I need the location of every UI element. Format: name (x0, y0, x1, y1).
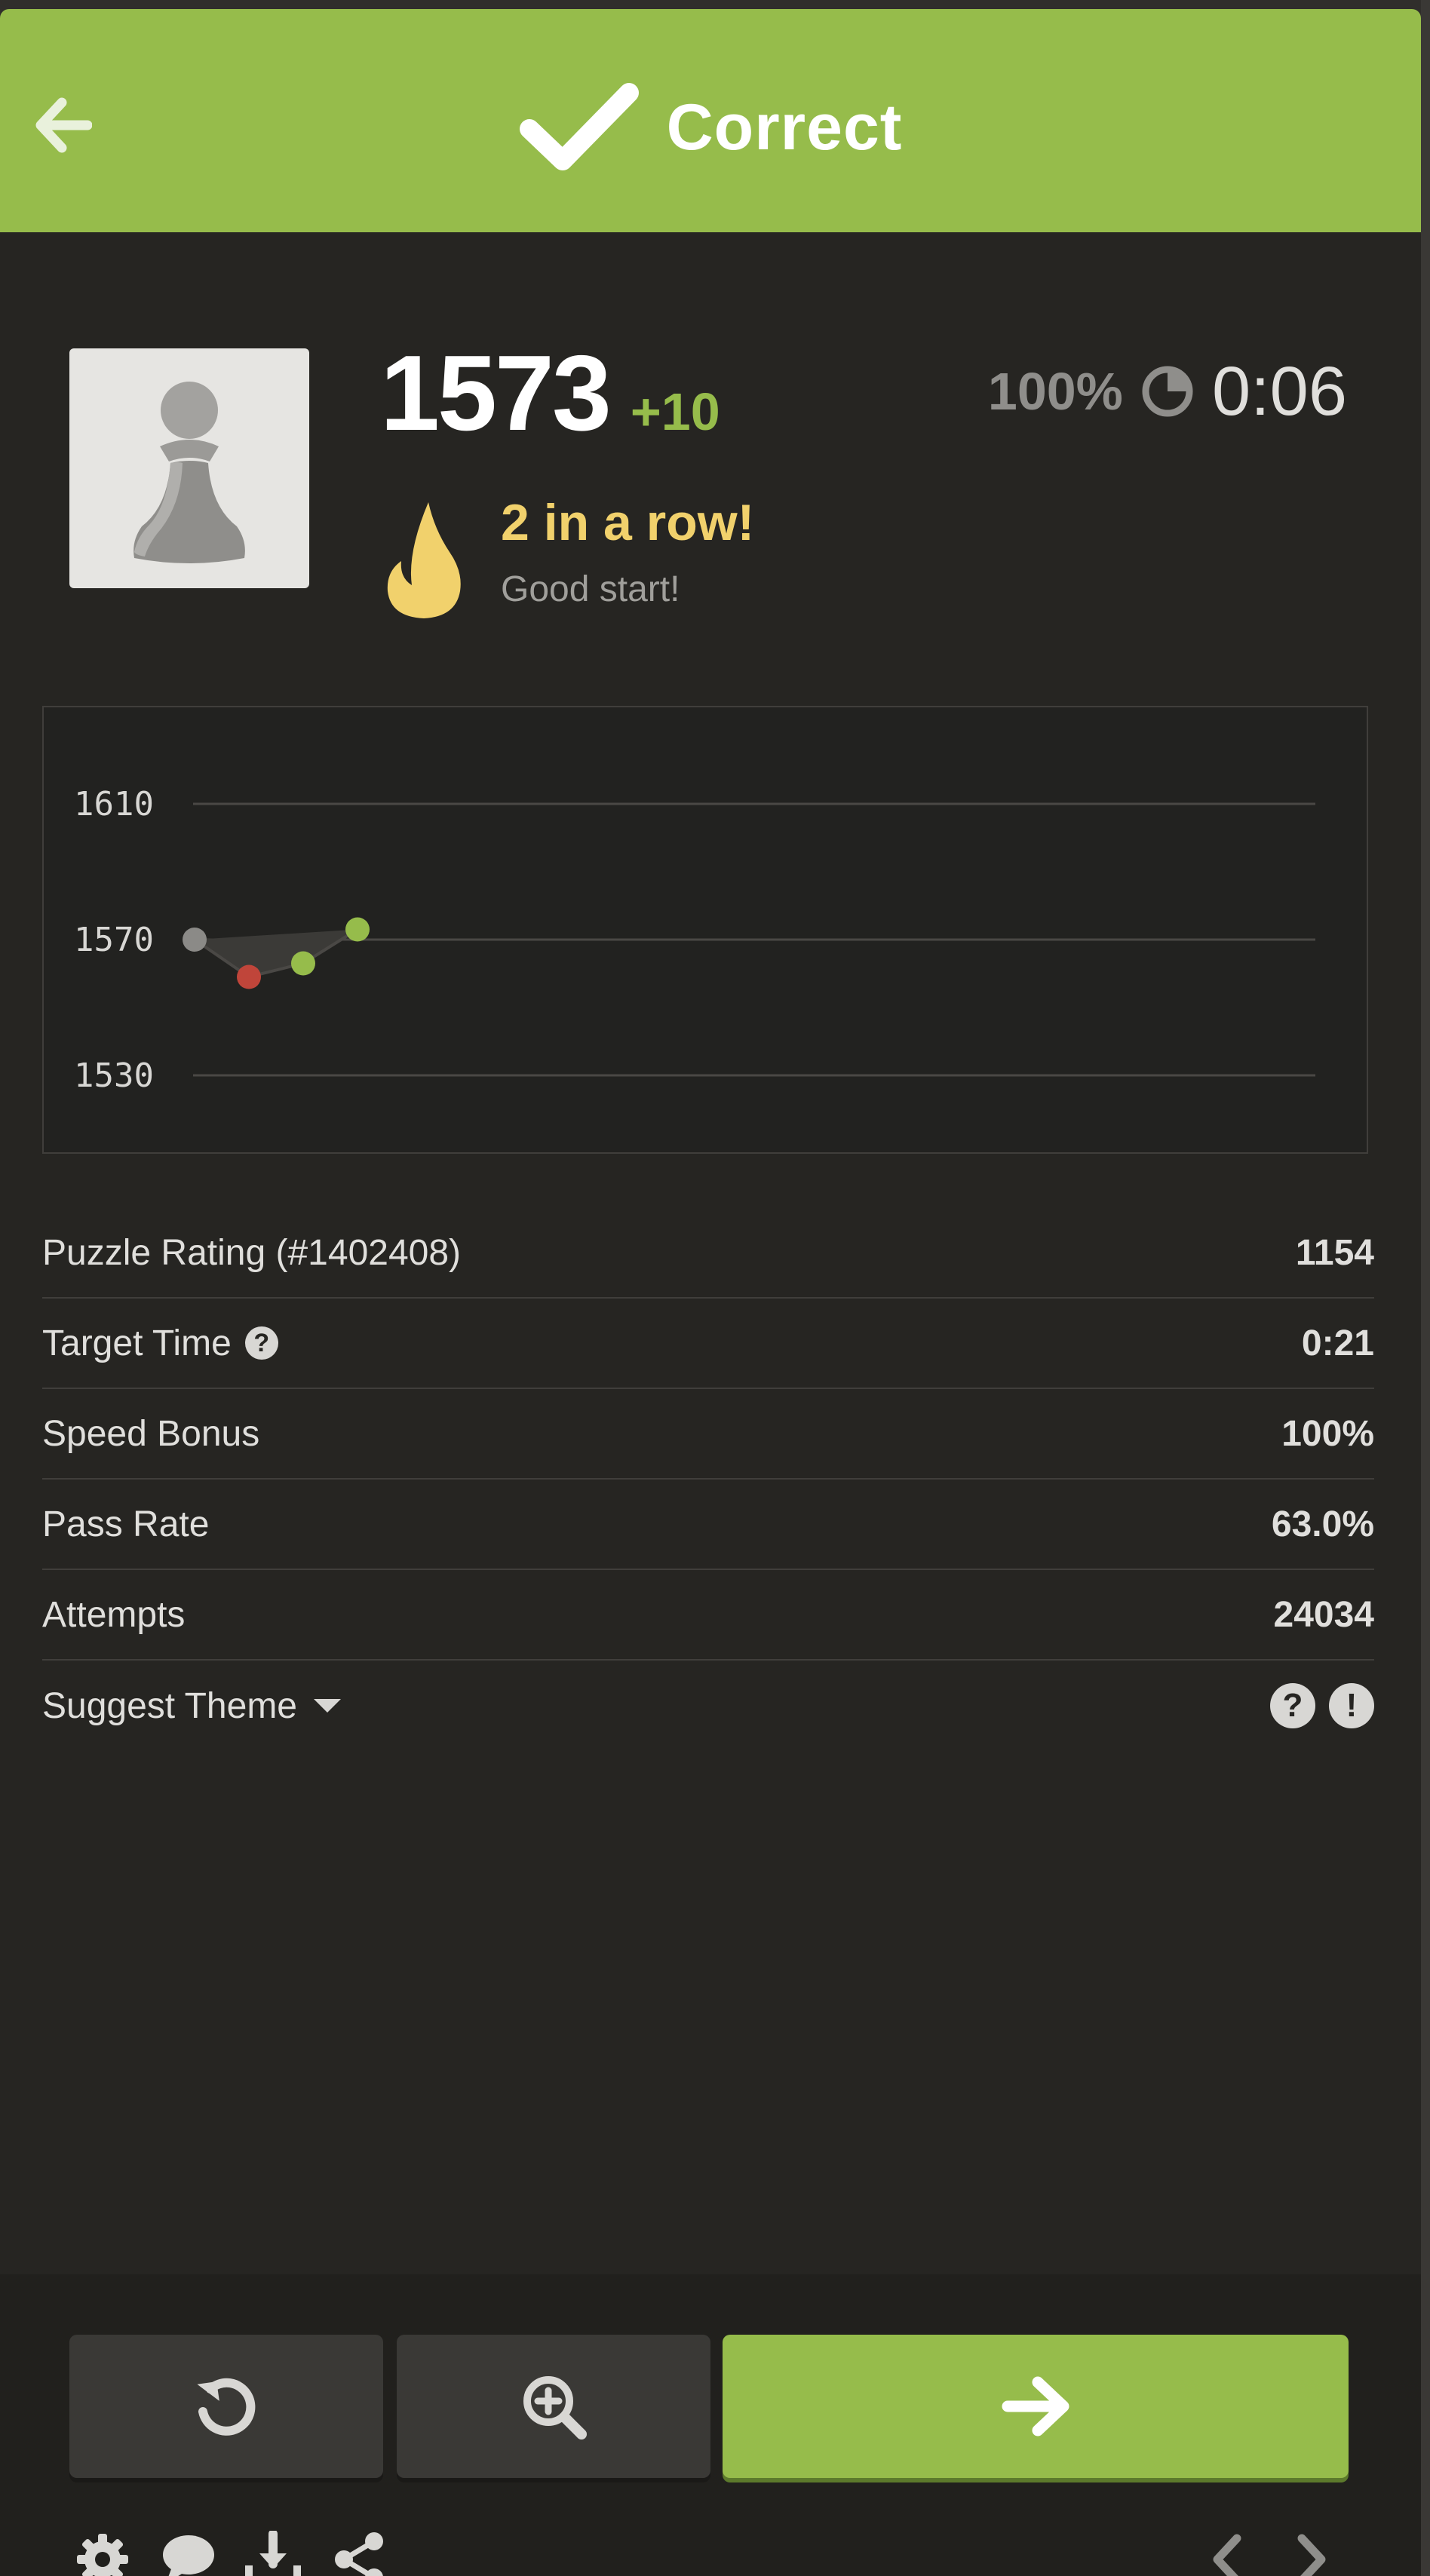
speed-bonus-value: 100% (1281, 1413, 1374, 1454)
suggest-theme-label: Suggest Theme (42, 1685, 297, 1726)
stat-row-attempts: Attempts 24034 (42, 1570, 1374, 1661)
chevron-right-icon[interactable] (1282, 2531, 1339, 2576)
target-time-label-group: Target Time ? (42, 1323, 278, 1364)
chart-point[interactable] (345, 917, 370, 942)
stat-row-suggest-theme: Suggest Theme ? ! (42, 1661, 1374, 1751)
flame-icon (387, 502, 461, 618)
puzzle-rating-value: 1154 (1295, 1232, 1374, 1273)
bottom-action-bar (0, 2274, 1421, 2576)
chart-point[interactable] (291, 951, 315, 976)
stat-row-speed-bonus: Speed Bonus 100% (42, 1389, 1374, 1480)
header-title: Correct (666, 90, 903, 164)
analyze-button[interactable] (397, 2335, 710, 2478)
app-root: Correct 1573 +10 100% 0:06 2 in a row! G… (0, 0, 1430, 2576)
rating-change: +10 (630, 382, 720, 441)
question-circle-icon[interactable]: ? (1270, 1683, 1315, 1728)
pawn-icon (69, 348, 309, 588)
download-icon[interactable] (244, 2529, 302, 2576)
caret-down-icon (314, 1699, 341, 1713)
y-tick-label: 1570 (74, 921, 154, 959)
speed-time-block: 100% 0:06 (988, 350, 1347, 433)
speed-bonus-percent: 100% (987, 362, 1123, 421)
chart-point[interactable] (183, 928, 207, 952)
target-time-label: Target Time (42, 1323, 232, 1363)
suggest-theme-dropdown[interactable]: Suggest Theme (42, 1685, 341, 1727)
checkmark-icon (519, 83, 639, 170)
magnify-plus-icon (523, 2376, 587, 2440)
report-exclamation-icon[interactable]: ! (1329, 1683, 1374, 1728)
puzzle-stats-list: Puzzle Rating (#1402408) 1154 Target Tim… (42, 1208, 1374, 1751)
chevron-left-icon[interactable] (1199, 2531, 1257, 2576)
stat-row-pass-rate: Pass Rate 63.0% (42, 1480, 1374, 1570)
target-time-value: 0:21 (1301, 1323, 1374, 1363)
streak-title: 2 in a row! (501, 494, 755, 551)
share-icon[interactable] (330, 2531, 388, 2576)
theme-help-icons: ? ! (1270, 1683, 1374, 1728)
y-tick-label: 1610 (74, 785, 154, 823)
header-title-group: Correct (0, 78, 1421, 176)
retry-icon (197, 2378, 256, 2436)
rating-value: 1573 (380, 333, 612, 453)
result-header: Correct (0, 9, 1421, 232)
pass-rate-value: 63.0% (1271, 1504, 1374, 1544)
rating-history-chart: 1610 1570 1530 (42, 706, 1368, 1154)
arrow-right-icon (1002, 2376, 1069, 2436)
window-edge (1421, 0, 1430, 2576)
speed-bonus-label: Speed Bonus (42, 1413, 260, 1454)
attempts-label: Attempts (42, 1594, 186, 1635)
puzzle-rating-label: Puzzle Rating (#1402408) (42, 1232, 462, 1273)
chat-icon[interactable] (160, 2531, 217, 2576)
pie-clock-icon (1142, 366, 1193, 417)
solve-time: 0:06 (1211, 352, 1347, 430)
streak-subtitle: Good start! (501, 569, 680, 609)
stat-row-target-time: Target Time ? 0:21 (42, 1299, 1374, 1389)
gear-icon[interactable] (74, 2531, 131, 2576)
rating-chart-svg: 1610 1570 1530 (74, 785, 1315, 1095)
puzzle-result-panel: Correct 1573 +10 100% 0:06 2 in a row! G… (0, 9, 1421, 2576)
chart-point[interactable] (237, 964, 261, 989)
help-icon[interactable]: ? (244, 1326, 278, 1360)
rating-display: 1573 +10 (380, 332, 720, 453)
attempts-value: 24034 (1273, 1594, 1374, 1635)
pass-rate-label: Pass Rate (42, 1504, 210, 1544)
retry-button[interactable] (69, 2335, 383, 2478)
stat-row-puzzle-rating: Puzzle Rating (#1402408) 1154 (42, 1208, 1374, 1299)
y-tick-label: 1530 (74, 1056, 154, 1095)
next-puzzle-button[interactable] (723, 2335, 1349, 2478)
